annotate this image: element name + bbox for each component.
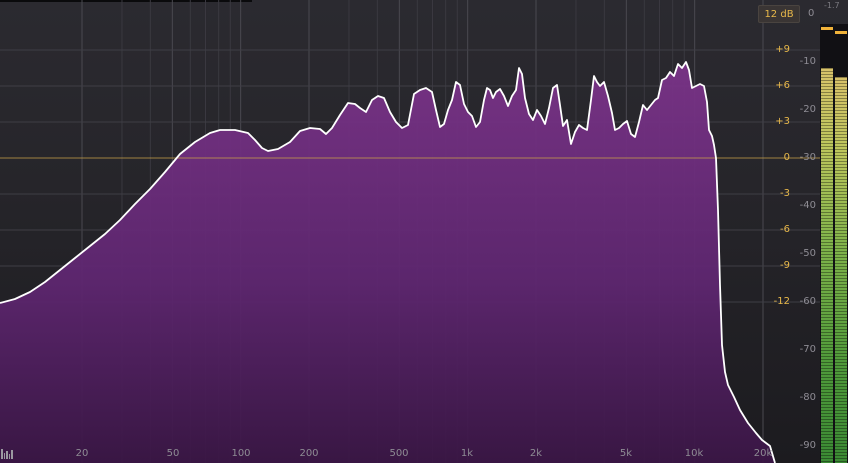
db-label-minus60: -60 bbox=[799, 296, 816, 307]
freq-label-1k: 1k bbox=[460, 448, 474, 459]
freq-label-50: 50 bbox=[166, 448, 180, 459]
db-label-minus90: -90 bbox=[799, 440, 816, 451]
gain-label-plus3: +3 bbox=[775, 116, 790, 127]
right-peak-indicator bbox=[835, 31, 847, 34]
freq-label-20k: 20k bbox=[753, 448, 773, 459]
peak-readout[interactable]: -1.7 bbox=[824, 1, 840, 10]
gain-label-minus9: -9 bbox=[780, 260, 790, 271]
db-label-minus20: -20 bbox=[799, 104, 816, 115]
spectrum-display[interactable] bbox=[0, 0, 820, 463]
freq-label-500: 500 bbox=[389, 448, 409, 459]
freq-label-10k: 10k bbox=[684, 448, 704, 459]
level-meter bbox=[820, 24, 848, 463]
left-channel-meter bbox=[821, 67, 833, 463]
db-label-minus80: -80 bbox=[799, 392, 816, 403]
meter-zero-label: 0 bbox=[808, 8, 815, 19]
gain-label-plus6: +6 bbox=[775, 80, 790, 91]
freq-label-5k: 5k bbox=[619, 448, 633, 459]
gain-label-minus6: -6 bbox=[780, 224, 790, 235]
range-button[interactable]: 12 dB bbox=[758, 5, 800, 23]
freq-label-20: 20 bbox=[75, 448, 89, 459]
freq-label-100: 100 bbox=[231, 448, 251, 459]
db-label-minus70: -70 bbox=[799, 344, 816, 355]
right-channel-meter bbox=[835, 76, 847, 463]
gain-label-minus3: -3 bbox=[780, 188, 790, 199]
left-peak-indicator bbox=[821, 27, 833, 30]
gain-label-minus12: -12 bbox=[773, 296, 790, 307]
db-label-minus50: -50 bbox=[799, 248, 816, 259]
gain-label-0: 0 bbox=[783, 152, 790, 163]
freq-label-200: 200 bbox=[299, 448, 319, 459]
spectrum-settings-icon[interactable] bbox=[1, 449, 13, 459]
spectrum-analyzer: 20 50 100 200 500 1k 2k 5k 10k 20k +9 +6… bbox=[0, 0, 848, 463]
db-label-minus10: -10 bbox=[799, 56, 816, 67]
freq-label-2k: 2k bbox=[529, 448, 543, 459]
db-label-minus30: -30 bbox=[799, 152, 816, 163]
db-label-minus40: -40 bbox=[799, 200, 816, 211]
gain-label-plus9: +9 bbox=[775, 44, 790, 55]
